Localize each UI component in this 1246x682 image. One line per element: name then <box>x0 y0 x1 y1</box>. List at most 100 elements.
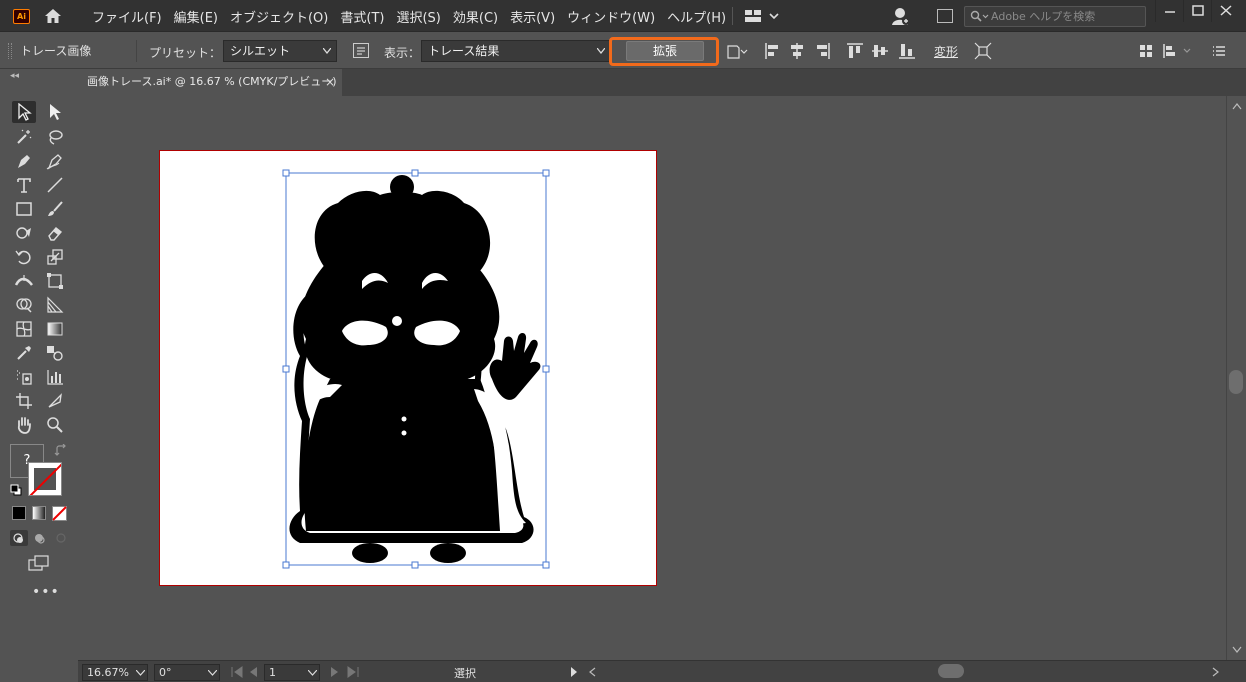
transform-link[interactable]: 変形 <box>934 43 958 60</box>
status-menu-arrow-icon[interactable] <box>570 666 578 678</box>
maximize-button[interactable] <box>1183 0 1211 22</box>
direct-selection-tool-icon[interactable] <box>43 101 67 123</box>
draw-inside-icon[interactable] <box>52 530 70 546</box>
align-horizontal-center-icon[interactable] <box>788 42 806 60</box>
artboard[interactable] <box>159 150 657 586</box>
isolate-group-icon[interactable] <box>974 42 992 60</box>
minimize-button[interactable] <box>1155 0 1183 22</box>
gradient-tool-icon[interactable] <box>43 318 67 340</box>
line-tool-icon[interactable] <box>43 174 67 196</box>
next-artboard-icon[interactable] <box>330 666 340 678</box>
home-icon[interactable] <box>43 7 63 25</box>
swap-fill-stroke-icon[interactable] <box>54 444 68 458</box>
menu-help[interactable]: ヘルプ(H) <box>661 7 732 26</box>
panel-toggle-icon[interactable] <box>937 9 953 23</box>
draw-behind-icon[interactable] <box>31 530 49 546</box>
selection-tool-icon[interactable] <box>12 101 36 123</box>
menu-select[interactable]: 選択(S) <box>390 7 446 26</box>
align-left-icon[interactable] <box>764 42 782 60</box>
menu-effect[interactable]: 効果(C) <box>447 7 504 26</box>
menu-edit[interactable]: 編集(E) <box>168 7 224 26</box>
first-artboard-icon[interactable] <box>230 666 244 678</box>
gradient-mode-button[interactable] <box>32 506 46 520</box>
edit-toolbar-icon[interactable]: ••• <box>32 584 60 600</box>
scroll-right-icon[interactable] <box>1212 667 1220 677</box>
default-colors-icon[interactable] <box>10 484 22 496</box>
eraser-tool-icon[interactable] <box>43 222 67 244</box>
zoom-tool-icon[interactable] <box>43 414 67 436</box>
menu-type[interactable]: 書式(T) <box>334 7 390 26</box>
scroll-up-icon[interactable] <box>1232 102 1242 110</box>
canvas-area[interactable] <box>78 96 1226 660</box>
color-mode-button[interactable] <box>12 506 26 520</box>
rotate-tool-icon[interactable] <box>12 246 36 268</box>
draw-normal-button[interactable] <box>10 530 28 546</box>
help-search-input[interactable]: Adobe ヘルプを検索 <box>964 6 1146 27</box>
shaper-tool-icon[interactable] <box>12 222 36 244</box>
type-tool-icon[interactable] <box>12 174 36 196</box>
rotation-dropdown-icon[interactable] <box>208 670 217 676</box>
menu-file[interactable]: ファイル(F) <box>86 7 168 26</box>
menu-items: ファイル(F) 編集(E) オブジェクト(O) 書式(T) 選択(S) 効果(C… <box>86 0 732 32</box>
collapse-toolbar-icon[interactable]: ◂◂ <box>10 71 19 81</box>
align-vertical-center-icon[interactable] <box>871 42 889 60</box>
artboard-dropdown-icon[interactable] <box>308 670 317 676</box>
menu-view[interactable]: 表示(V) <box>504 7 561 26</box>
rectangle-tool-icon[interactable] <box>12 198 36 220</box>
close-window-button[interactable] <box>1211 0 1239 22</box>
horizontal-scrollbar[interactable] <box>586 661 1226 682</box>
shape-builder-tool-icon[interactable] <box>12 294 36 316</box>
eyedropper-tool-icon[interactable] <box>12 342 36 364</box>
user-icon[interactable] <box>891 6 911 26</box>
previous-artboard-icon[interactable] <box>248 666 258 678</box>
rotation-value: 0° <box>159 666 172 679</box>
panel-menu-icon[interactable] <box>1210 42 1228 60</box>
none-mode-button[interactable] <box>52 506 67 521</box>
mesh-tool-icon[interactable] <box>12 318 36 340</box>
menu-window[interactable]: ウィンドウ(W) <box>561 7 661 26</box>
zoom-dropdown-icon[interactable] <box>136 670 145 676</box>
status-bar: 16.67% 0° 1 選択 <box>78 660 1246 682</box>
distribute-options-icon[interactable] <box>1162 42 1196 60</box>
last-artboard-icon[interactable] <box>346 666 360 678</box>
horizontal-scroll-thumb[interactable] <box>938 664 964 678</box>
free-transform-tool-icon[interactable] <box>43 270 67 292</box>
image-trace-panel-icon[interactable] <box>353 43 369 58</box>
hand-tool-icon[interactable] <box>12 414 36 436</box>
expand-button[interactable]: 拡張 <box>626 41 704 61</box>
slice-tool-icon[interactable] <box>43 390 67 412</box>
align-right-icon[interactable] <box>813 42 831 60</box>
vertical-scrollbar[interactable] <box>1226 96 1246 660</box>
vertical-scroll-thumb[interactable] <box>1229 370 1243 394</box>
symbol-sprayer-tool-icon[interactable] <box>12 366 36 388</box>
lasso-tool-icon[interactable] <box>43 126 67 148</box>
panel-grip[interactable] <box>8 43 12 59</box>
perspective-grid-tool-icon[interactable] <box>43 294 67 316</box>
status-tool-label[interactable]: 選択 <box>454 665 476 681</box>
stroke-swatch[interactable] <box>28 462 62 496</box>
paintbrush-tool-icon[interactable] <box>43 198 67 220</box>
scroll-left-icon[interactable] <box>588 667 596 677</box>
magic-wand-tool-icon[interactable] <box>12 126 36 148</box>
align-top-icon[interactable] <box>846 42 864 60</box>
document-tab[interactable]: 画像トレース.ai* @ 16.67 % (CMYK/プレビュー) × <box>78 69 342 96</box>
menu-object[interactable]: オブジェクト(O) <box>224 7 334 26</box>
preset-dropdown[interactable]: シルエット <box>223 40 337 62</box>
column-graph-tool-icon[interactable] <box>43 366 67 388</box>
screen-mode-icon[interactable] <box>28 555 50 571</box>
scroll-down-icon[interactable] <box>1232 646 1242 654</box>
artboard-align-icon[interactable] <box>726 42 750 60</box>
traced-silhouette-artwork[interactable] <box>160 151 658 587</box>
artboard-tool-icon[interactable] <box>12 390 36 412</box>
align-bottom-icon[interactable] <box>898 42 916 60</box>
curvature-tool-icon[interactable] <box>43 150 67 172</box>
pen-tool-icon[interactable] <box>12 150 36 172</box>
workspace-switcher-icon[interactable] <box>744 8 782 24</box>
blend-tool-icon[interactable] <box>43 342 67 364</box>
view-dropdown[interactable]: トレース結果 <box>421 40 611 62</box>
width-tool-icon[interactable] <box>12 270 36 292</box>
close-tab-button[interactable]: × <box>325 69 335 95</box>
scale-tool-icon[interactable] <box>43 246 67 268</box>
search-icon <box>970 10 989 22</box>
arrange-grid-icon[interactable] <box>1137 42 1155 60</box>
